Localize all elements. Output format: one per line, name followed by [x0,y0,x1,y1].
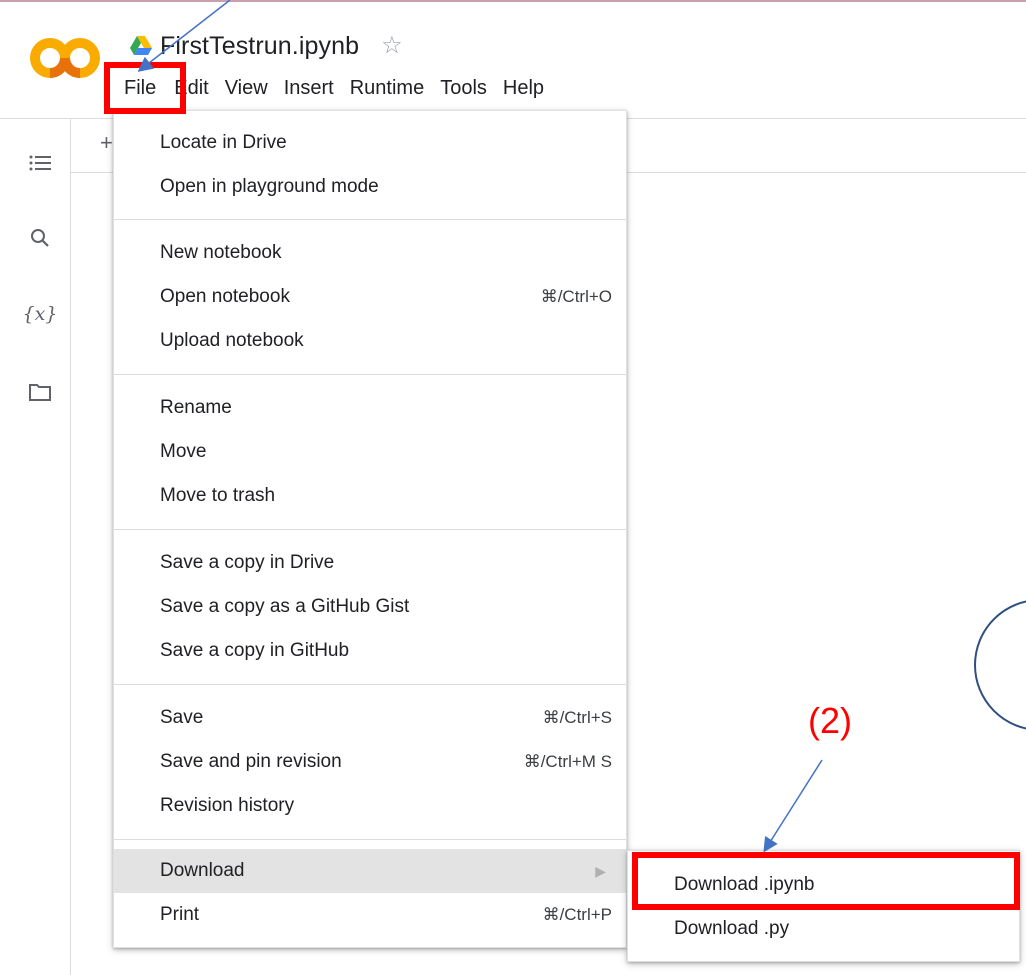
menu-item-label: Open notebook [160,286,290,307]
shortcut-label: ⌘/Ctrl+O [540,287,612,306]
menu-item-open-notebook[interactable]: Open notebook ⌘/Ctrl+O [114,275,626,319]
shortcut-label: ⌘/Ctrl+S [542,708,612,727]
menu-insert[interactable]: Insert [284,77,346,100]
menu-item-label: Save [160,707,204,728]
menu-view[interactable]: View [225,77,280,100]
menu-item-label: Save a copy in GitHub [160,640,350,661]
menu-item-save-copy-gist[interactable]: Save a copy as a GitHub Gist [114,585,626,629]
menu-item-label: Move [160,441,207,462]
highlight-box-download-ipynb [632,852,1020,910]
menu-item-label: Open in playground mode [160,176,379,197]
menu-item-print[interactable]: Print ⌘/Ctrl+P [114,893,626,937]
menu-item-download[interactable]: Download ▶ [114,849,626,893]
menu-runtime[interactable]: Runtime [350,77,436,100]
shortcut-label: ⌘/Ctrl+P [542,905,612,924]
menu-item-move[interactable]: Move [114,430,626,474]
highlight-box-file [104,62,186,114]
menu-item-download-py[interactable]: Download .py [628,907,1019,951]
menu-item-new-notebook[interactable]: New notebook [114,231,626,275]
submenu-arrow-icon: ▶ [595,862,606,879]
menu-item-save-copy-github[interactable]: Save a copy in GitHub [114,629,626,673]
file-menu: Locate in Drive Open in playground mode … [113,110,627,948]
menu-item-label: Move to trash [160,485,276,506]
menu-item-label: Download [160,860,245,881]
menu-item-label: Locate in Drive [160,132,287,153]
menu-item-label: New notebook [160,242,282,263]
notebook-title[interactable]: FirstTestrun.ipynb [160,32,359,61]
search-icon[interactable] [22,220,58,256]
folder-icon[interactable] [22,374,58,410]
menu-item-label: Print [160,904,200,925]
top-border [0,0,1026,2]
menu-divider [114,684,626,685]
menu-item-label: Save and pin revision [160,751,342,772]
title-row: FirstTestrun.ipynb ☆ [130,30,403,62]
menu-item-revision-history[interactable]: Revision history [114,784,626,828]
menu-divider [114,529,626,530]
menu-divider [114,374,626,375]
shortcut-label: ⌘/Ctrl+M S [523,752,612,771]
menu-help[interactable]: Help [503,77,556,100]
sidebar-divider [70,118,71,975]
menu-divider [114,839,626,840]
menu-item-rename[interactable]: Rename [114,386,626,430]
menu-item-label: Save a copy as a GitHub Gist [160,596,410,617]
menu-item-save[interactable]: Save ⌘/Ctrl+S [114,696,626,740]
step-label: (2) [808,700,852,741]
menu-item-upload-notebook[interactable]: Upload notebook [114,319,626,363]
menu-item-save-and-pin[interactable]: Save and pin revision ⌘/Ctrl+M S [114,740,626,784]
menu-item-label: Rename [160,397,232,418]
arrow-to-download-ipynb [763,759,823,853]
star-icon[interactable]: ☆ [381,34,403,58]
colab-logo[interactable] [30,36,102,80]
variables-icon[interactable]: {x} [22,296,58,332]
menu-item-label: Upload notebook [160,330,304,351]
menu-item-save-copy-drive[interactable]: Save a copy in Drive [114,541,626,585]
google-drive-icon[interactable] [130,36,152,56]
menu-item-label: Save a copy in Drive [160,552,335,573]
menu-item-open-playground[interactable]: Open in playground mode [114,165,626,209]
menu-item-move-to-trash[interactable]: Move to trash [114,474,626,518]
menu-divider [114,219,626,220]
menu-item-label: Revision history [160,795,295,816]
table-of-contents-icon[interactable] [22,145,58,181]
add-cell-button[interactable]: + [100,130,113,156]
menu-item-locate-in-drive[interactable]: Locate in Drive [114,121,626,165]
menu-tools[interactable]: Tools [440,77,499,100]
partial-circle-annotation [974,600,1026,730]
menu-item-label: Download .py [674,918,790,939]
